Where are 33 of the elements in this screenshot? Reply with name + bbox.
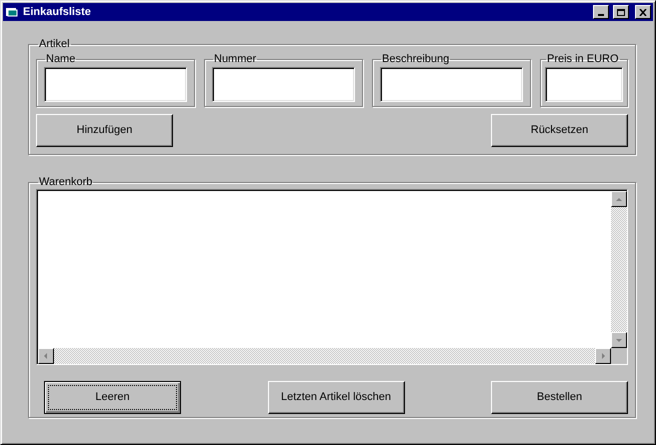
scrollbar-corner (611, 348, 627, 364)
scroll-arrow-button[interactable] (38, 348, 54, 364)
horizontal-scrollbar[interactable] (38, 348, 611, 364)
window-title: Einkaufsliste (23, 4, 92, 20)
group-label: Warenkorb (38, 176, 94, 189)
close-icon (639, 8, 647, 16)
scroll-arrow-button[interactable] (611, 191, 627, 207)
scroll-arrow-button[interactable] (595, 348, 611, 364)
push-button[interactable]: Rücksetzen (491, 114, 628, 147)
vertical-scrollbar[interactable] (611, 191, 627, 348)
arrow-left-icon (42, 352, 50, 360)
maximize-icon (617, 8, 625, 16)
arrow-right-icon (599, 352, 607, 360)
push-button[interactable]: Leeren (44, 381, 181, 414)
scroll-arrow-button[interactable] (611, 332, 627, 348)
arrow-down-icon (615, 336, 623, 344)
app-icon (5, 6, 19, 18)
text-field[interactable] (212, 67, 355, 102)
arrow-up-icon (615, 195, 623, 203)
push-button[interactable]: Hinzufügen (36, 114, 173, 147)
text-field[interactable] (545, 67, 623, 102)
text-field[interactable] (44, 67, 187, 102)
text-field[interactable] (380, 67, 523, 102)
push-button[interactable]: Letzten Artikel löschen (268, 381, 404, 414)
close-button[interactable] (635, 5, 651, 19)
field-label: Beschreibung (381, 53, 450, 66)
field-label: Name (45, 53, 76, 66)
maximize-button[interactable] (613, 5, 629, 19)
push-button[interactable]: Bestellen (491, 381, 628, 414)
field-label: Nummer (213, 53, 258, 66)
field-label: Preis in EURO (546, 53, 620, 66)
minimize-button[interactable] (593, 5, 609, 19)
group-label: Artikel (38, 38, 71, 51)
